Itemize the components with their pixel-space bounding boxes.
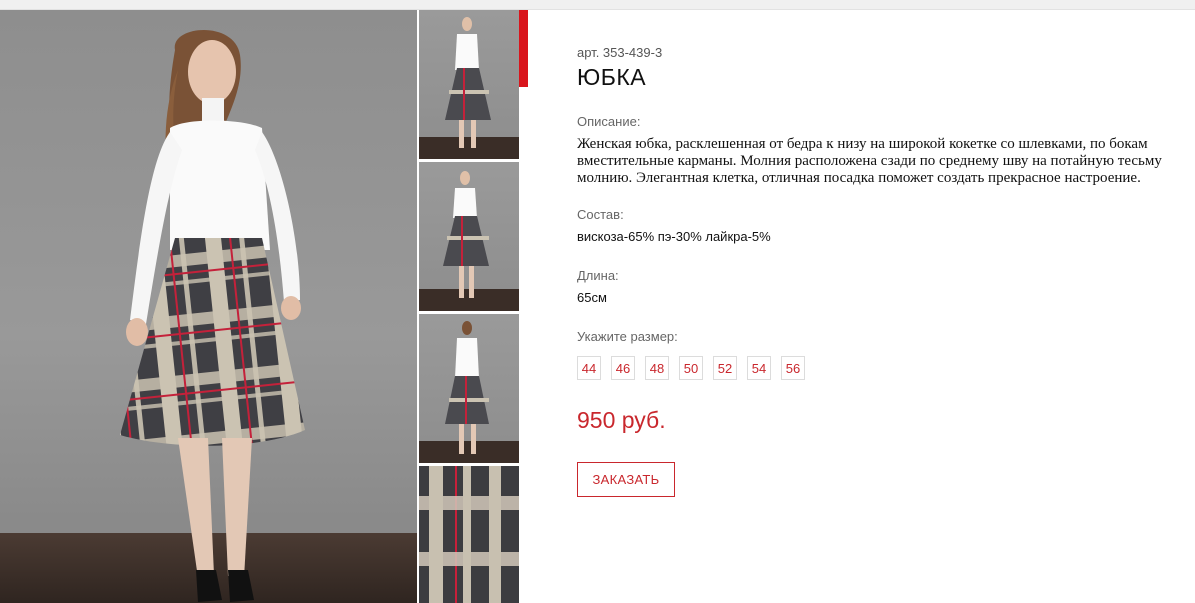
thumbnail-model	[445, 17, 491, 148]
order-button[interactable]: ЗАКАЗАТЬ	[577, 462, 675, 497]
fabric-pattern	[419, 466, 519, 603]
length-value: 65см	[577, 290, 607, 305]
size-option-48[interactable]: 48	[645, 356, 669, 380]
thumbnail-model	[445, 321, 489, 454]
size-option-56[interactable]: 56	[781, 356, 805, 380]
thumbnail-fabric-detail[interactable]	[419, 466, 519, 603]
main-product-image[interactable]	[0, 10, 417, 603]
top-bar	[0, 0, 1195, 10]
product-price: 950 руб.	[577, 407, 666, 433]
size-selector: 44 46 48 50 52 54 56	[577, 356, 805, 380]
product-sku: арт. 353-439-3	[577, 45, 663, 60]
thumbnail-model	[443, 171, 489, 298]
size-option-54[interactable]: 54	[747, 356, 771, 380]
length-label: Длина:	[577, 268, 619, 283]
thumbnail-back[interactable]	[419, 314, 519, 463]
size-label: Укажите размер:	[577, 329, 678, 344]
thumbnail-side[interactable]	[419, 162, 519, 311]
size-option-44[interactable]: 44	[577, 356, 601, 380]
description-label: Описание:	[577, 114, 641, 129]
thumbnail-front[interactable]	[419, 10, 519, 159]
size-option-52[interactable]: 52	[713, 356, 737, 380]
product-title: ЮБКА	[577, 64, 647, 90]
product-description: Женская юбка, расклешенная от бедра к ни…	[577, 136, 1162, 186]
composition-label: Состав:	[577, 207, 624, 222]
active-thumbnail-marker	[519, 10, 528, 87]
model-figure	[120, 30, 305, 602]
size-option-50[interactable]: 50	[679, 356, 703, 380]
thumbnail-strip	[419, 10, 519, 603]
composition-value: вискоза-65% пэ-30% лайкра-5%	[577, 229, 771, 244]
size-option-46[interactable]: 46	[611, 356, 635, 380]
